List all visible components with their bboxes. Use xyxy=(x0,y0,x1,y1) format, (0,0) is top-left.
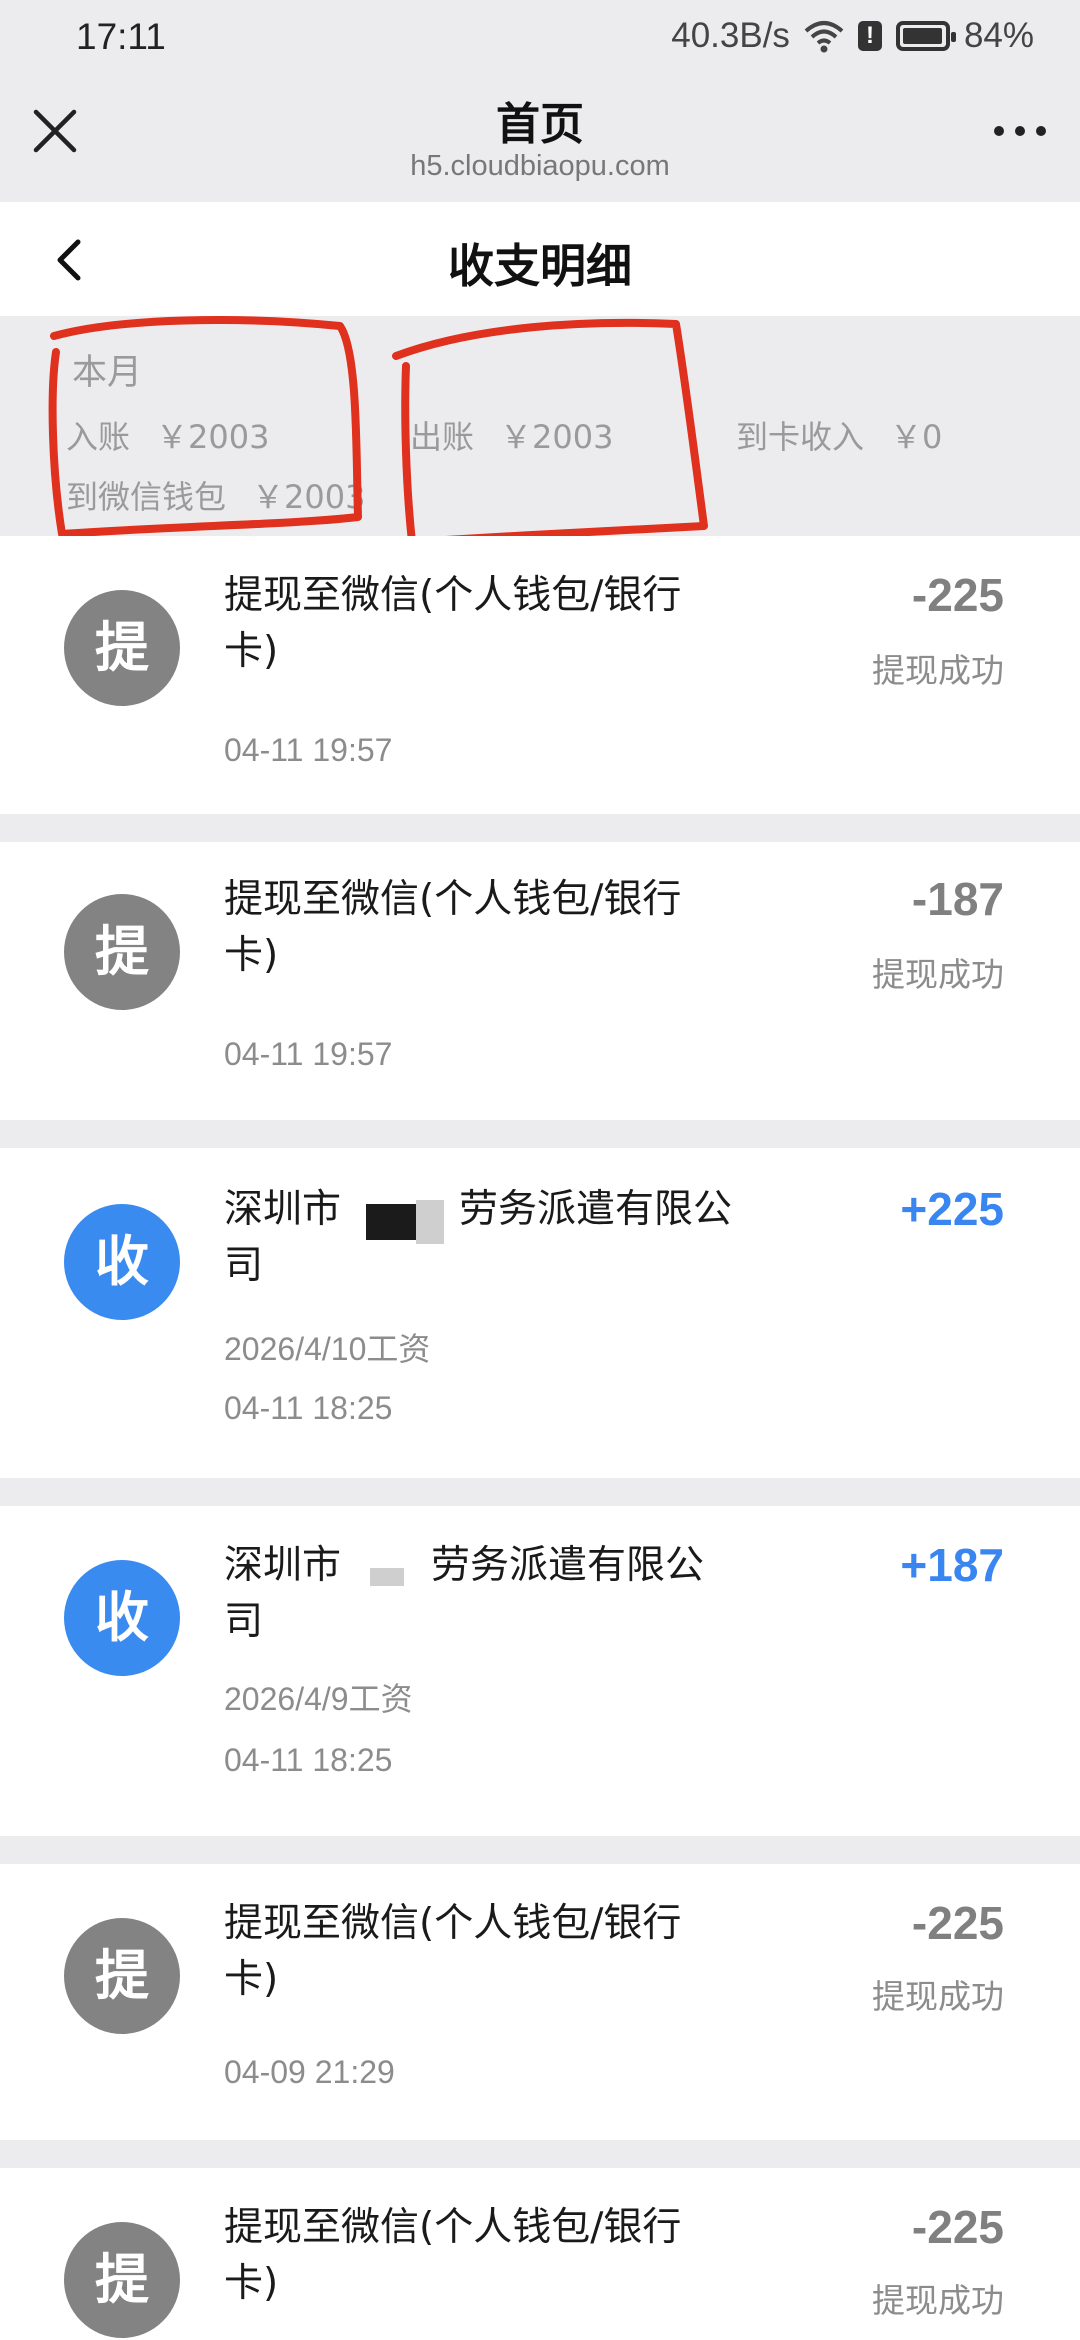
page-title: 收支明细 xyxy=(448,239,632,293)
transaction-item[interactable]: 提 提现至微信(个人钱包/银行 卡) -225 提现成功 xyxy=(0,2168,1080,2340)
wechat-value: ￥2003 xyxy=(252,478,366,516)
transaction-status: 提现成功 xyxy=(872,955,1004,994)
withdraw-icon: 提 xyxy=(64,590,180,706)
more-icon[interactable] xyxy=(994,126,1046,136)
transaction-title: 深圳市 劳务派遣有限公 司 xyxy=(224,1187,733,1288)
transaction-time: 04-09 21:29 xyxy=(224,2054,395,2090)
withdraw-icon: 提 xyxy=(64,1918,180,2034)
transaction-amount: -225 xyxy=(911,2201,1004,2253)
transaction-note: 2026/4/9工资 xyxy=(224,1681,413,1717)
transaction-item[interactable]: 收 深圳市 劳务派遣有限公 司 2026/4/10工资 04-11 18:25 +… xyxy=(0,1148,1080,1478)
status-bar: 17:11 40.3B/s ! 84% xyxy=(0,0,1080,74)
transaction-time: 04-11 19:57 xyxy=(224,732,393,768)
page-header: 收支明细 xyxy=(0,202,1080,316)
income-icon: 收 xyxy=(64,1204,180,1320)
transaction-status: 提现成功 xyxy=(872,1977,1004,2016)
redaction-mark xyxy=(416,1200,444,1244)
income-summary: 入账 ￥2003 xyxy=(66,412,269,458)
transaction-title: 提现至微信(个人钱包/银行 卡) xyxy=(224,1901,682,2002)
income-label: 入账 xyxy=(66,418,131,456)
wifi-icon xyxy=(804,21,844,53)
transaction-item[interactable]: 收 深圳市 劳务派遣有限公 司 2026/4/9工资 04-11 18:25 +1… xyxy=(0,1506,1080,1836)
redaction-mark xyxy=(366,1204,416,1240)
browser-domain: h5.cloudbiaopu.com xyxy=(410,150,670,182)
transaction-title: 提现至微信(个人钱包/银行 卡) xyxy=(224,2205,682,2306)
withdraw-icon: 提 xyxy=(64,2222,180,2338)
transaction-time: 04-11 18:25 xyxy=(224,1390,393,1426)
network-speed: 40.3B/s xyxy=(671,16,790,55)
wechat-summary: 到微信钱包 ￥2003 xyxy=(66,472,365,518)
transaction-item[interactable]: 提 提现至微信(个人钱包/银行 卡) 04-11 19:57 -225 提现成功 xyxy=(0,536,1080,814)
transaction-note: 2026/4/10工资 xyxy=(224,1331,431,1367)
monthly-summary: 本月 入账 ￥2003 出账 ￥2003 到卡收入 ￥0 到微信钱包 ￥2003 xyxy=(0,316,1080,546)
transaction-title: 提现至微信(个人钱包/银行 卡) xyxy=(224,573,682,674)
wechat-label: 到微信钱包 xyxy=(66,478,227,516)
battery-percent: 84% xyxy=(963,16,1034,55)
alert-icon: ! xyxy=(857,21,882,51)
transaction-amount: -225 xyxy=(911,569,1004,621)
withdraw-icon: 提 xyxy=(64,894,180,1010)
transaction-status: 提现成功 xyxy=(872,651,1004,690)
transaction-amount: -225 xyxy=(911,1897,1004,1949)
browser-bar: 首页 h5.cloudbiaopu.com xyxy=(0,74,1080,202)
status-time: 17:11 xyxy=(76,16,166,57)
card-income-value: ￥0 xyxy=(890,418,943,456)
transaction-item[interactable]: 提 提现至微信(个人钱包/银行 卡) 04-11 19:57 -187 提现成功 xyxy=(0,842,1080,1120)
transaction-amount: +225 xyxy=(900,1183,1004,1235)
transaction-amount: +187 xyxy=(900,1539,1004,1591)
transaction-amount: -187 xyxy=(911,873,1004,925)
transaction-status: 提现成功 xyxy=(872,2281,1004,2320)
battery-icon xyxy=(895,21,956,51)
transaction-title: 提现至微信(个人钱包/银行 卡) xyxy=(224,877,682,978)
status-right: 40.3B/s ! 84% xyxy=(671,16,1034,56)
redaction-mark xyxy=(370,1568,404,1586)
expense-summary: 出账 ￥2003 xyxy=(410,412,613,458)
income-value: ￥2003 xyxy=(156,418,270,456)
transaction-time: 04-11 18:25 xyxy=(224,1742,393,1778)
card-income-label: 到卡收入 xyxy=(736,418,865,456)
income-icon: 收 xyxy=(64,1560,180,1676)
expense-value: ￥2003 xyxy=(500,418,614,456)
browser-title: 首页 xyxy=(496,99,584,150)
summary-period: 本月 xyxy=(72,353,143,393)
card-income-summary: 到卡收入 ￥0 xyxy=(736,412,942,458)
transaction-title: 深圳市 劳务派遣有限公 司 xyxy=(224,1543,705,1644)
expense-label: 出账 xyxy=(410,418,475,456)
transaction-item[interactable]: 提 提现至微信(个人钱包/银行 卡) 04-09 21:29 -225 提现成功 xyxy=(0,1864,1080,2140)
transaction-time: 04-11 19:57 xyxy=(224,1036,393,1072)
